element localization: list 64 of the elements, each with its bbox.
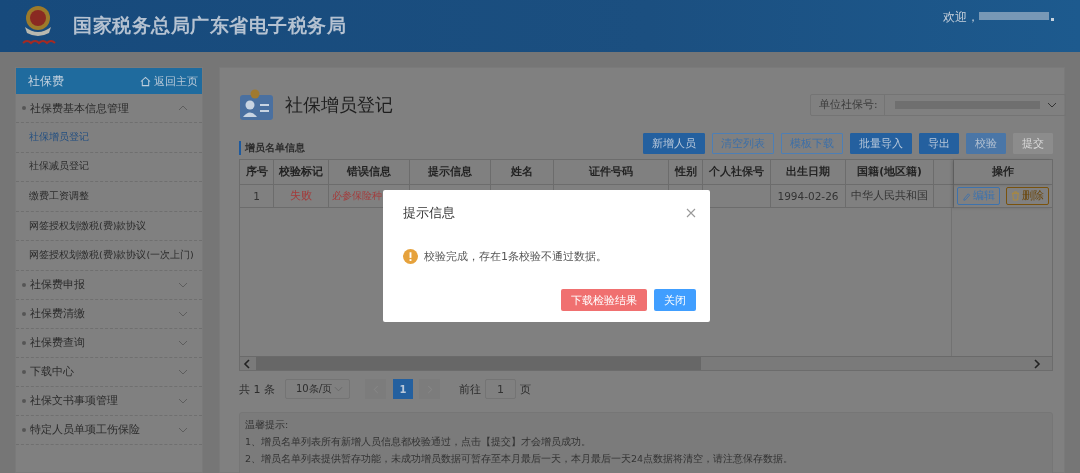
menu-item[interactable]: 社保增员登记 [16,123,202,153]
sidebar-title: 社保费 [28,72,64,90]
column-header: 出生日期 [771,160,846,185]
column-header: 校验标记 [274,160,329,185]
table-cell: 1994-02-26 [777,190,839,202]
close-icon[interactable] [686,208,696,218]
menu-item[interactable]: 社保减员登记 [16,152,202,183]
chevron-icon [178,310,188,317]
column-header: 姓名 [491,160,554,185]
page-suffix: 页 [520,381,531,397]
id-card-icon [239,88,275,121]
menu-item[interactable]: 网签授权划缴税(费)款协议 [16,211,202,242]
dialog-message: 校验完成，存在1条校验不通过数据。 [424,249,607,264]
menu-group[interactable]: 社保费清缴 [16,299,202,329]
site-title: 国家税务总局广东省电子税务局 [73,13,346,38]
menu-group[interactable]: 社保费基本信息管理 [16,94,202,123]
column-header: 操作 [954,160,1052,185]
welcome-text: 欢迎， [943,9,979,26]
page-title: 社保增员登记 [285,92,393,117]
dialog-button[interactable]: 关闭 [654,289,696,311]
column-header: 序号 [240,160,274,185]
dialog-title: 提示信息 [403,204,455,222]
section-title: 增员名单信息 [239,141,305,155]
home-icon [140,75,151,87]
chevron-icon [178,105,188,111]
column-header: 错误信息 [329,160,410,185]
chevron-icon [178,426,188,433]
trash-icon [1011,191,1020,201]
column-header: 个人社保号 [703,160,771,185]
chevron-icon [178,397,188,404]
menu-group[interactable]: 社保文书事项管理 [16,386,202,416]
page-number-button[interactable]: 1 [393,379,413,399]
page-size-select[interactable]: 10条/页 [285,379,350,399]
dialog-button[interactable]: 下载检验结果 [561,289,647,311]
chevron-icon [178,281,188,288]
table-cell: 中华人民共和国 [851,189,928,203]
menu-group[interactable]: 社保费申报 [16,270,202,300]
toolbar-button[interactable]: 校验 [966,132,1006,154]
chevron-icon [178,368,188,375]
column-header: 国籍(地区籍) [846,160,934,185]
column-header: 提示信息 [410,160,491,185]
goto-label: 前往 [459,381,481,397]
caret-icon [1047,101,1057,108]
column-header: 证件号码 [554,160,669,185]
goto-page-input[interactable]: 1 [485,379,516,399]
table-cell: 1 [253,190,260,202]
menu-group[interactable]: 下载中心 [16,357,202,387]
total-count: 共 1 条 [239,381,275,397]
menu-item[interactable]: 缴费工资调整 [16,182,202,212]
toolbar-button[interactable]: 导出 [919,132,959,154]
home-link[interactable]: 返回主页 [140,73,198,89]
row-action-button[interactable]: 删除 [1006,187,1049,205]
chevron-icon [178,339,188,346]
table-cell: 失败 [290,189,312,203]
toolbar-button[interactable]: 批量导入 [850,132,912,154]
menu-group[interactable]: 社保费查询 [16,328,202,358]
pencil-icon [962,191,971,201]
warning-icon [403,249,418,264]
toolbar-button[interactable]: 新增人员 [643,132,705,154]
menu-group[interactable]: 特定人员单项工伤保险 [16,415,202,445]
column-header: 性别 [669,160,703,185]
table-cell: 必参保险种 [332,189,382,203]
tips-title: 温馨提示: [245,419,290,432]
horizontal-scrollbar[interactable] [240,356,1052,370]
